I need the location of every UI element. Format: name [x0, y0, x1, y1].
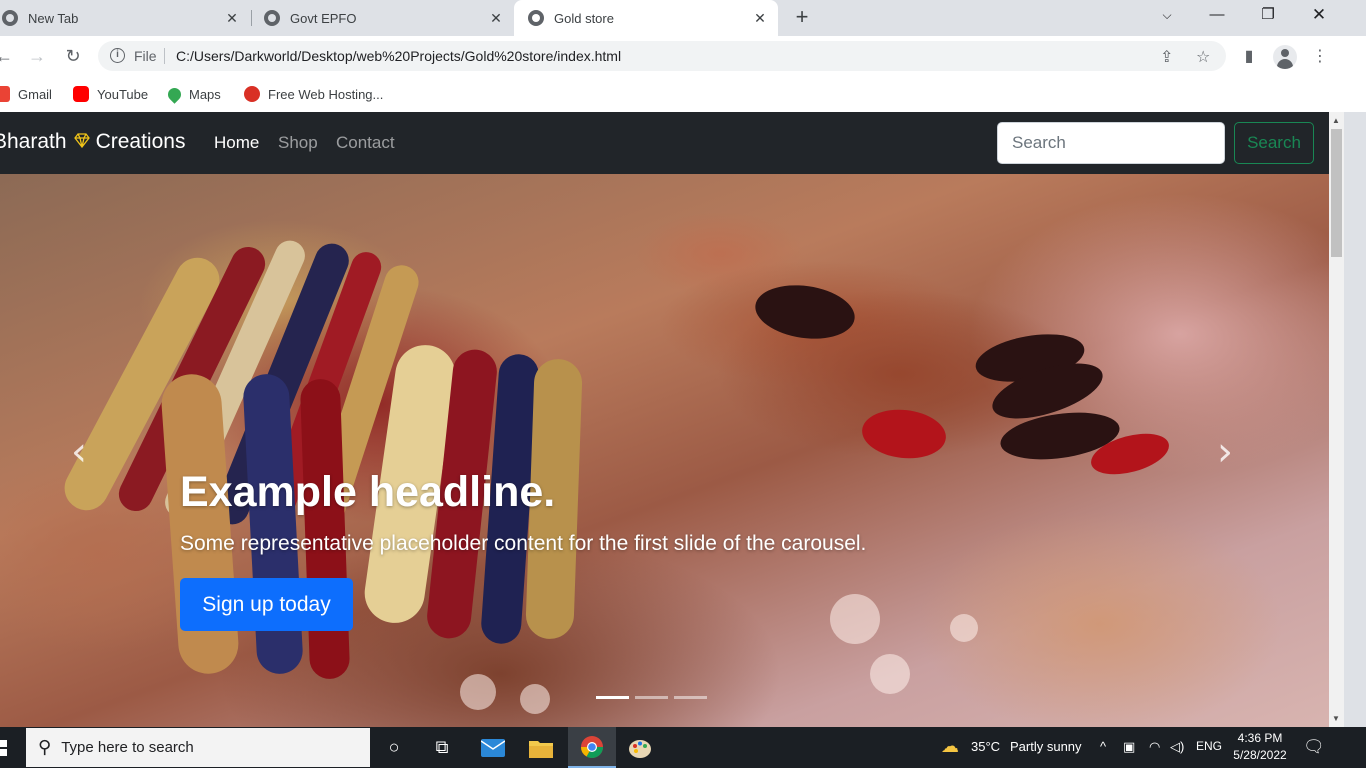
restore-button[interactable]: ❐: [1243, 0, 1293, 32]
tab-govt-epfo[interactable]: Govt EPFO ✕: [252, 0, 514, 36]
site-info-icon[interactable]: i: [110, 48, 125, 63]
youtube-icon: [73, 86, 89, 102]
bookmark-label: YouTube: [97, 86, 149, 102]
windows-taskbar: ⚲ Type here to search ○ ⧉ ☁ 35°C Partly …: [0, 727, 1366, 768]
bookmark-gmail[interactable]: Gmail: [0, 84, 52, 104]
task-view-icon[interactable]: ⧉: [418, 727, 466, 768]
site-navbar: Bharath Creations Home Shop Contact Sear…: [0, 112, 1329, 174]
clock-time: 4:36 PM: [1237, 731, 1283, 745]
bookmark-label: Gmail: [18, 86, 52, 102]
gem-icon: [73, 130, 90, 154]
brand-name-left: Bharath: [0, 130, 67, 153]
maps-icon: [165, 84, 184, 104]
taskbar-search-placeholder: Type here to search: [61, 739, 194, 756]
page-viewport: Bharath Creations Home Shop Contact Sear…: [0, 112, 1329, 727]
bookmark-free-web-hosting[interactable]: Free Web Hosting...: [244, 84, 383, 104]
brand-logo[interactable]: Bharath Creations: [0, 130, 185, 154]
network-icon[interactable]: ◠: [1149, 739, 1160, 755]
bookmark-maps[interactable]: Maps: [165, 84, 221, 104]
tab-gold-store[interactable]: Gold store ✕: [514, 0, 778, 36]
clock-date: 5/28/2022: [1233, 748, 1287, 762]
chrome-icon: [2, 10, 18, 26]
forward-arrow-icon[interactable]: →: [25, 44, 49, 68]
share-icon[interactable]: ⇪: [1160, 47, 1173, 67]
meet-now-icon[interactable]: ▣: [1123, 739, 1135, 755]
close-icon[interactable]: ✕: [488, 10, 504, 27]
minimize-button[interactable]: —: [1192, 0, 1242, 32]
bookmark-label: Maps: [189, 86, 221, 102]
carousel-headline: Example headline.: [180, 468, 556, 516]
sign-up-button[interactable]: Sign up today: [180, 578, 353, 631]
carousel-indicators: [596, 696, 707, 699]
side-panel-icon[interactable]: ▮: [1238, 46, 1260, 68]
gmail-icon: [0, 86, 10, 102]
profile-avatar-icon[interactable]: [1273, 45, 1297, 69]
back-arrow-icon[interactable]: ←: [0, 44, 16, 68]
tab-title: Govt EPFO: [290, 10, 357, 26]
brand-name-right: Creations: [95, 130, 186, 153]
carousel-indicator-3[interactable]: [674, 696, 707, 699]
bookmark-label: Free Web Hosting...: [268, 86, 384, 102]
carousel-caption: Example headline. Some representative pl…: [180, 466, 866, 558]
tab-title: New Tab: [28, 10, 79, 26]
close-icon[interactable]: ✕: [224, 10, 240, 27]
omnibox-divider: [164, 48, 165, 64]
search-icon: ⚲: [38, 737, 52, 757]
nav-home-link[interactable]: Home: [214, 133, 259, 153]
hosting-icon: [244, 86, 260, 102]
chrome-taskbar-icon[interactable]: [568, 727, 616, 768]
site-search-input[interactable]: [997, 122, 1225, 164]
cortana-circle-icon[interactable]: ○: [370, 727, 418, 768]
weather-temperature[interactable]: 35°C: [971, 739, 1000, 754]
scheme-label: File: [134, 48, 157, 64]
carousel-indicator-1[interactable]: [596, 696, 629, 699]
browser-toolbar: ← → ↻ i File C:/Users/Darkworld/Desktop/…: [0, 36, 1366, 76]
globe-icon: [528, 10, 544, 26]
tab-title: Gold store: [554, 10, 614, 26]
carousel-next-chevron-right-icon[interactable]: ›: [1210, 432, 1240, 472]
new-tab-button[interactable]: +: [790, 6, 814, 30]
site-search-button[interactable]: Search: [1234, 122, 1314, 164]
close-window-button[interactable]: ✕: [1294, 0, 1344, 32]
weather-partly-sunny-icon[interactable]: ☁: [941, 736, 959, 757]
browser-tab-strip: New Tab ✕ Govt EPFO ✕ Gold store ✕ + ⌵ —…: [0, 0, 1366, 36]
paint-palette-icon[interactable]: [616, 727, 664, 768]
reload-icon[interactable]: ↻: [61, 44, 85, 68]
weather-condition[interactable]: Partly sunny: [1010, 739, 1082, 754]
scrollbar-thumb[interactable]: [1331, 129, 1342, 257]
carousel-prev-chevron-left-icon[interactable]: ‹: [64, 432, 94, 472]
bookmark-youtube[interactable]: YouTube: [73, 84, 148, 104]
carousel-text: Some representative placeholder content …: [180, 532, 867, 555]
scroll-up-arrow-icon[interactable]: ▲: [1332, 116, 1340, 125]
carousel-indicator-2[interactable]: [635, 696, 668, 699]
address-bar[interactable]: i File C:/Users/Darkworld/Desktop/web%20…: [98, 41, 1226, 71]
taskbar-clock[interactable]: 4:36 PM 5/28/2022: [1232, 730, 1288, 764]
close-icon[interactable]: ✕: [752, 10, 768, 27]
bookmark-star-icon[interactable]: ☆: [1196, 47, 1210, 67]
bookmarks-bar: Gmail YouTube Maps Free Web Hosting...: [0, 76, 1366, 112]
menu-kebab-icon[interactable]: ⋮: [1309, 46, 1331, 68]
globe-icon: [264, 10, 280, 26]
file-explorer-folder-icon[interactable]: [517, 727, 565, 768]
tab-search-chevron-icon[interactable]: ⌵: [1142, 0, 1192, 32]
windows-start-icon[interactable]: [0, 740, 10, 756]
nav-shop-link[interactable]: Shop: [278, 133, 318, 153]
page-scrollbar[interactable]: ▲ ▼: [1329, 112, 1344, 727]
tab-new-tab[interactable]: New Tab ✕: [0, 0, 250, 36]
nav-contact-link[interactable]: Contact: [336, 133, 395, 153]
volume-icon[interactable]: ◁): [1170, 739, 1184, 755]
notification-center-icon[interactable]: 🗨: [1303, 737, 1325, 757]
tray-chevron-up-icon[interactable]: ^: [1100, 739, 1106, 754]
taskbar-search-box[interactable]: ⚲ Type here to search: [26, 728, 370, 767]
language-indicator[interactable]: ENG: [1196, 739, 1222, 753]
scroll-down-arrow-icon[interactable]: ▼: [1332, 714, 1340, 723]
hero-carousel: ‹ › Example headline. Some representativ…: [0, 174, 1329, 727]
url-text[interactable]: C:/Users/Darkworld/Desktop/web%20Project…: [176, 48, 621, 64]
mail-icon[interactable]: [469, 727, 517, 768]
